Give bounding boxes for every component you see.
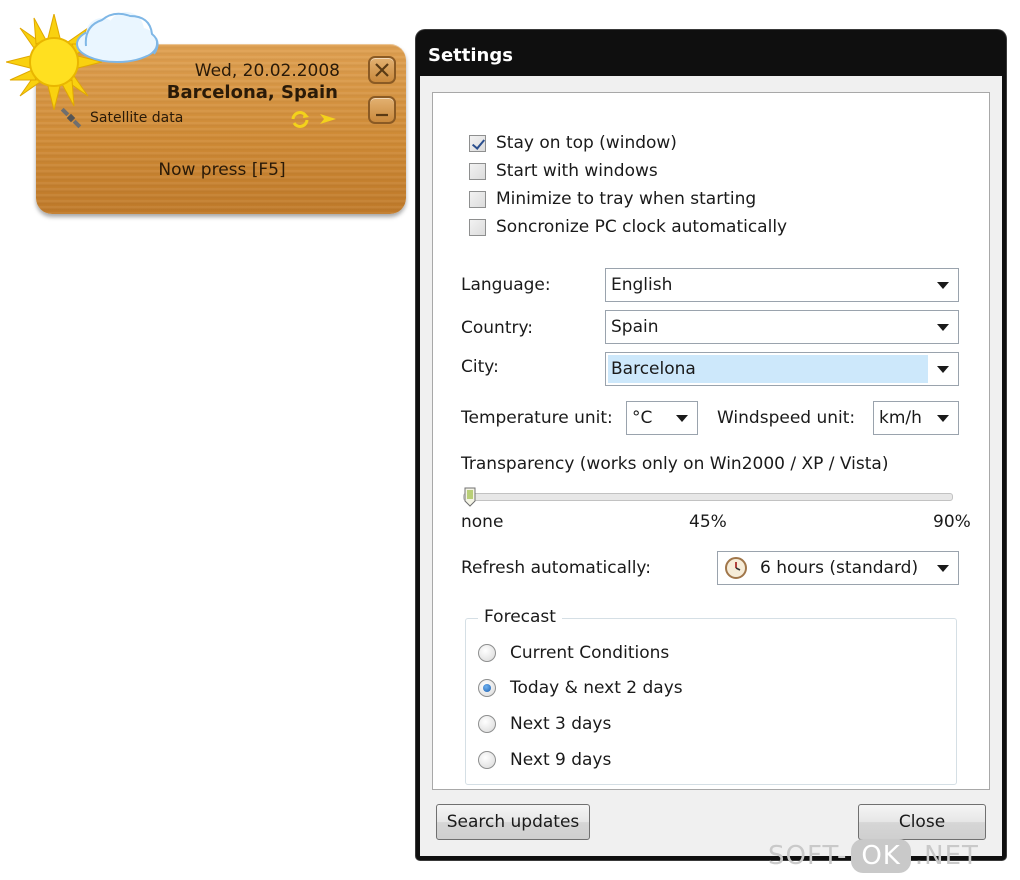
radio-label: Current Conditions bbox=[510, 643, 670, 663]
temperature-unit-select[interactable]: °C bbox=[626, 401, 698, 435]
forecast-groupbox: Forecast Current Conditions Today & next… bbox=[465, 607, 957, 785]
checkbox-box[interactable] bbox=[469, 134, 486, 152]
country-select[interactable]: Spain bbox=[605, 310, 959, 344]
checkbox-minimize-to-tray[interactable]: Minimize to tray when starting bbox=[469, 189, 756, 209]
transparency-tick-none: none bbox=[461, 512, 504, 532]
transparency-label: Transparency (works only on Win2000 / XP… bbox=[461, 454, 889, 474]
checkbox-label: Start with windows bbox=[496, 161, 658, 181]
satellite-data-link[interactable]: Satellite data bbox=[60, 107, 183, 129]
minimize-icon bbox=[376, 113, 388, 117]
radio-current-conditions[interactable]: Current Conditions bbox=[478, 643, 669, 663]
radio-label: Next 9 days bbox=[510, 750, 612, 770]
language-label: Language: bbox=[461, 275, 551, 295]
checkbox-label: Stay on top (window) bbox=[496, 133, 677, 153]
radio-next-9-days[interactable]: Next 9 days bbox=[478, 750, 611, 770]
window-title: Settings bbox=[428, 45, 513, 66]
city-value: Barcelona bbox=[608, 355, 928, 383]
search-updates-button[interactable]: Search updates bbox=[436, 804, 590, 840]
close-icon bbox=[375, 63, 389, 77]
watermark: SOFT- OK .NET bbox=[768, 838, 979, 874]
windspeed-unit-label: Windspeed unit: bbox=[717, 408, 856, 428]
refresh-label: Refresh automatically: bbox=[461, 558, 651, 578]
forecast-legend: Forecast bbox=[478, 607, 562, 627]
settings-window: Settings Stay on top (window) Start with… bbox=[416, 30, 1006, 860]
radio-label: Today & next 2 days bbox=[510, 678, 683, 698]
country-label: Country: bbox=[461, 318, 534, 338]
checkbox-box[interactable] bbox=[469, 162, 486, 180]
checkbox-box[interactable] bbox=[469, 218, 486, 236]
widget-date: Wed, 20.02.2008 bbox=[194, 61, 340, 81]
radio-button[interactable] bbox=[478, 715, 496, 733]
cloud-icon bbox=[76, 12, 159, 63]
radio-today-next-2-days[interactable]: Today & next 2 days bbox=[478, 678, 683, 698]
settings-client-area: Stay on top (window) Start with windows … bbox=[420, 76, 1002, 856]
transparency-tick-45: 45% bbox=[689, 512, 727, 532]
transparency-tick-90: 90% bbox=[933, 512, 971, 532]
satellite-icon bbox=[60, 107, 82, 129]
chevron-down-icon[interactable] bbox=[928, 353, 958, 385]
chevron-down-icon[interactable] bbox=[928, 552, 958, 584]
watermark-right: .NET bbox=[914, 841, 979, 871]
city-select[interactable]: Barcelona bbox=[605, 352, 959, 386]
widget-city: Barcelona, Spain bbox=[166, 82, 338, 103]
temperature-unit-label: Temperature unit: bbox=[461, 408, 613, 428]
checkbox-sync-clock[interactable]: Soncronize PC clock automatically bbox=[469, 217, 787, 237]
checkbox-box[interactable] bbox=[469, 190, 486, 208]
chevron-down-icon[interactable] bbox=[928, 311, 958, 343]
radio-button[interactable] bbox=[478, 751, 496, 769]
radio-label: Next 3 days bbox=[510, 714, 612, 734]
press-f5-hint: Now press [F5] bbox=[158, 160, 286, 180]
close-button[interactable]: Close bbox=[858, 804, 986, 840]
satellite-label: Satellite data bbox=[90, 110, 184, 126]
refresh-select[interactable]: 6 hours (standard) bbox=[717, 551, 959, 585]
chevron-down-icon[interactable] bbox=[667, 402, 697, 434]
language-select[interactable]: English bbox=[605, 268, 959, 302]
chevron-down-icon[interactable] bbox=[928, 269, 958, 301]
arrow-right-icon[interactable] bbox=[318, 110, 338, 128]
chevron-down-icon[interactable] bbox=[928, 402, 958, 434]
widget-minimize-button[interactable] bbox=[368, 96, 396, 124]
radio-button[interactable] bbox=[478, 679, 496, 697]
checkbox-start-with-windows[interactable]: Start with windows bbox=[469, 161, 658, 181]
temperature-unit-value: °C bbox=[632, 408, 653, 428]
checkbox-label: Minimize to tray when starting bbox=[496, 189, 757, 209]
radio-next-3-days[interactable]: Next 3 days bbox=[478, 714, 611, 734]
widget-close-button[interactable] bbox=[368, 56, 396, 84]
watermark-ok: OK bbox=[851, 839, 911, 873]
transparency-slider-thumb[interactable] bbox=[464, 487, 476, 507]
language-value: English bbox=[611, 275, 673, 295]
checkbox-label: Soncronize PC clock automatically bbox=[496, 217, 788, 237]
checkbox-stay-on-top[interactable]: Stay on top (window) bbox=[469, 133, 677, 153]
transparency-slider-track[interactable] bbox=[463, 493, 953, 501]
windspeed-unit-select[interactable]: km/h bbox=[873, 401, 959, 435]
refresh-value: 6 hours (standard) bbox=[760, 558, 919, 578]
windspeed-unit-value: km/h bbox=[879, 408, 922, 428]
clock-icon bbox=[718, 556, 748, 580]
watermark-left: SOFT- bbox=[768, 841, 848, 871]
refresh-icon[interactable] bbox=[290, 110, 310, 128]
city-label: City: bbox=[461, 357, 499, 377]
country-value: Spain bbox=[611, 317, 659, 337]
settings-panel: Stay on top (window) Start with windows … bbox=[432, 92, 990, 790]
radio-button[interactable] bbox=[478, 644, 496, 662]
